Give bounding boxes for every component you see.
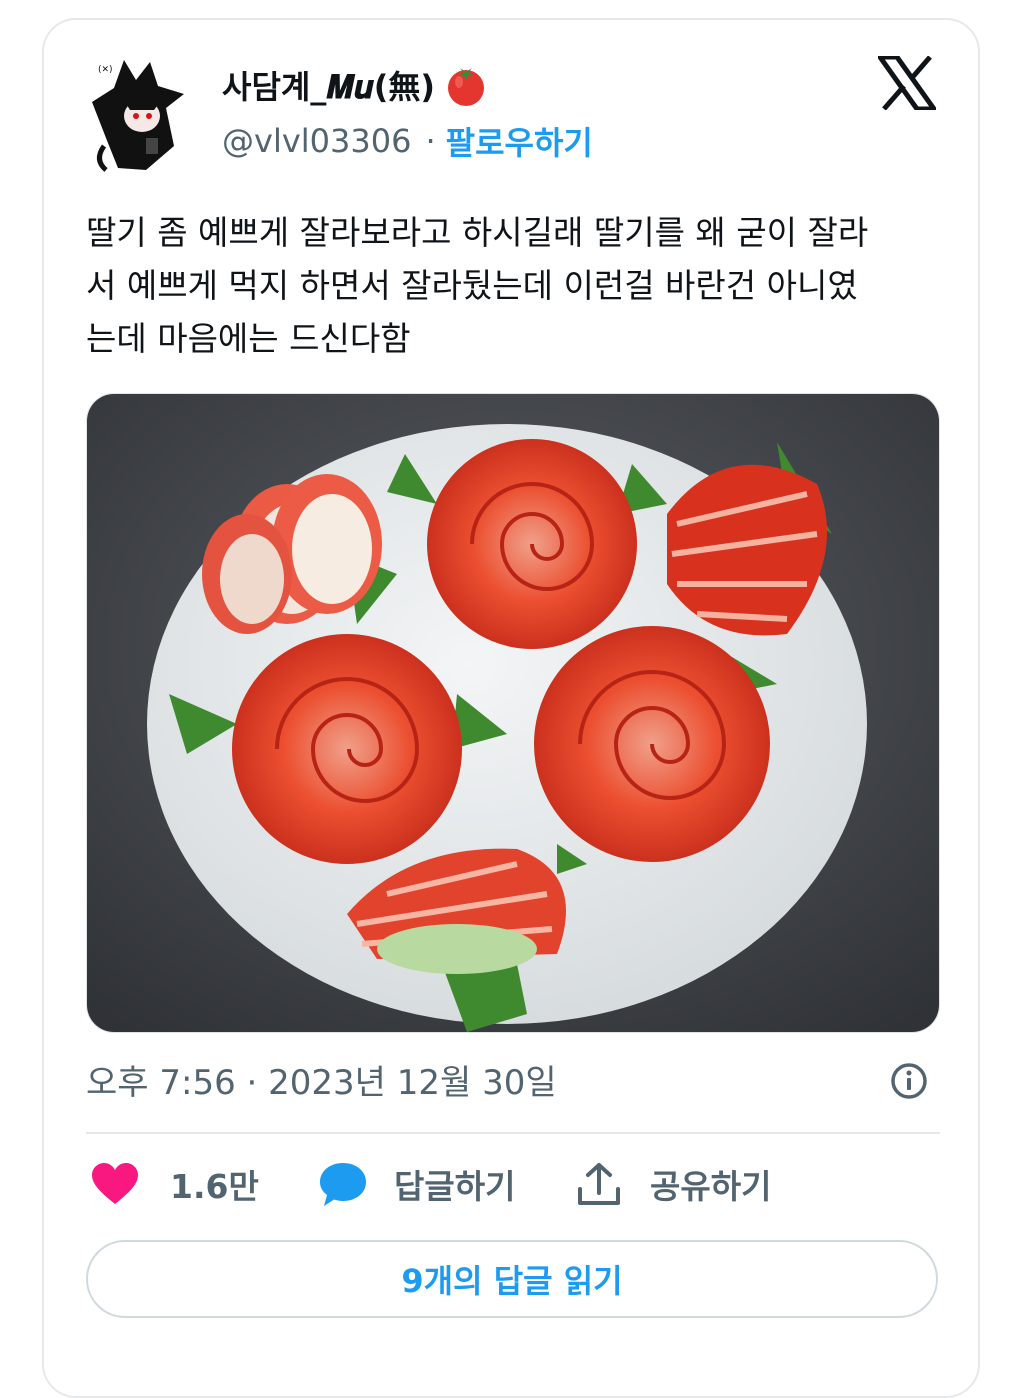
like-button[interactable]: 1.6만 — [90, 1160, 259, 1208]
x-logo-icon[interactable] — [878, 56, 936, 110]
read-replies-label: 9개의 답글 읽기 — [401, 1262, 623, 1300]
speech-bubble-icon — [320, 1163, 366, 1206]
svg-text:(✕): (✕) — [98, 65, 113, 75]
share-label: 공유하기 — [650, 1167, 772, 1206]
follow-button[interactable]: 팔로우하기 — [446, 118, 593, 164]
reply-label: 답글하기 — [394, 1167, 516, 1206]
separator-dot: · — [425, 122, 436, 160]
tweet-photo[interactable] — [86, 393, 940, 1033]
tweet-text: 딸기 좀 예쁘게 잘라보라고 하시길래 딸기를 왜 굳이 잘라 서 예쁘게 먹지… — [86, 213, 869, 358]
tweet-timestamp[interactable]: 오후 7:56 · 2023년 12월 30일 — [86, 1055, 557, 1104]
share-button[interactable]: 공유하기 — [576, 1160, 771, 1208]
reply-button[interactable]: 답글하기 — [318, 1160, 515, 1208]
handle-row: @vlvl03306 · 팔로우하기 — [222, 118, 593, 164]
avatar[interactable]: (✕) — [84, 50, 194, 176]
author-name-row: 사담계_𝑴𝒖(無) — [222, 62, 489, 108]
divider — [86, 1132, 940, 1134]
action-bar: 1.6만 답글하기 공유하기 — [86, 1160, 940, 1216]
read-replies-button[interactable]: 9개의 답글 읽기 — [86, 1240, 938, 1318]
heart-icon — [92, 1163, 138, 1204]
share-icon — [578, 1163, 620, 1205]
like-count: 1.6만 — [170, 1167, 259, 1206]
info-icon[interactable] — [890, 1062, 928, 1100]
author-display-name[interactable]: 사담계_𝑴𝒖(無) — [222, 62, 435, 108]
author-handle[interactable]: @vlvl03306 — [222, 122, 411, 160]
tomato-icon — [448, 68, 485, 106]
